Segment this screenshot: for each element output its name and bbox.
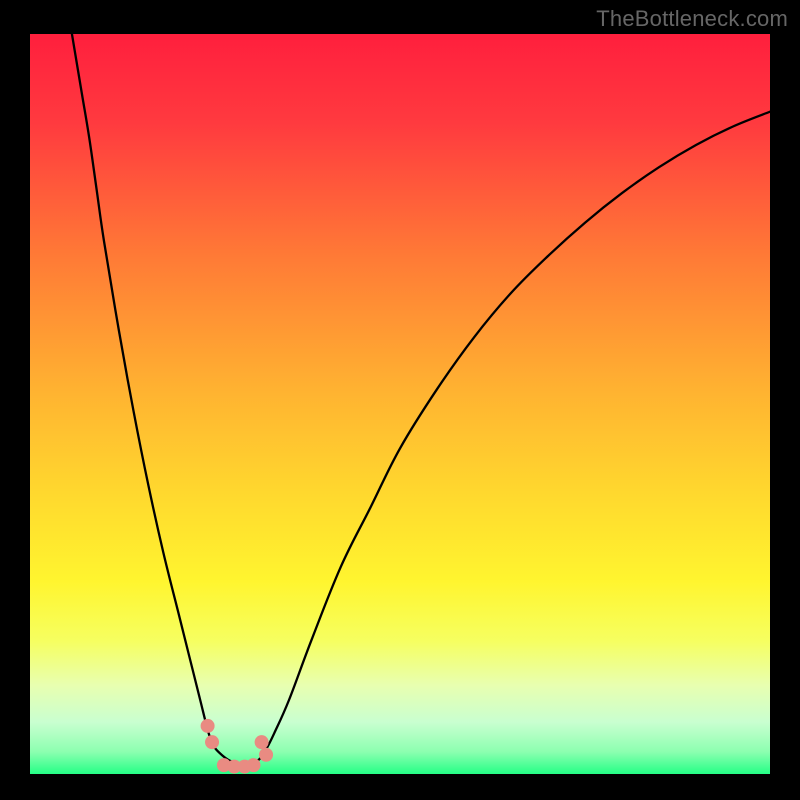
chart-svg [30,34,770,774]
marker-left-pair-top [201,719,215,733]
marker-left-pair-bottom [205,735,219,749]
marker-right-pair-top [255,735,269,749]
marker-floor-d [246,758,260,772]
watermark-text: TheBottleneck.com [596,6,788,32]
gradient-background [30,34,770,774]
plot-area [30,34,770,774]
chart-container: TheBottleneck.com [0,0,800,800]
marker-right-pair-bottom [259,748,273,762]
